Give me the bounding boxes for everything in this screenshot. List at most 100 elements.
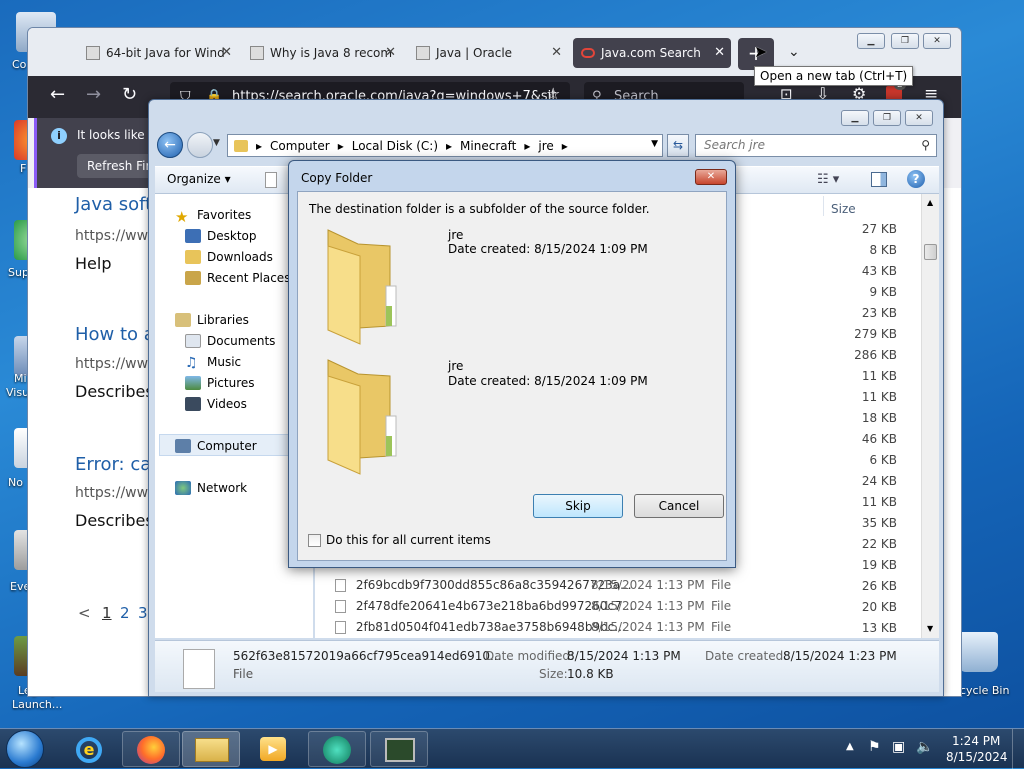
nav-documents[interactable]: Documents (185, 334, 275, 348)
breadcrumb-jre[interactable]: jre (538, 139, 553, 153)
page-link-3[interactable]: 3 (138, 604, 148, 622)
java-favicon-icon (416, 46, 430, 60)
file-size: 9 KB (869, 285, 897, 299)
view-options-icon[interactable]: ☷ ▾ (817, 172, 839, 187)
nav-network[interactable]: Network (175, 481, 247, 495)
taskbar-app[interactable] (308, 731, 366, 767)
address-bar[interactable]: ▸ Computer ▸ Local Disk (C:) ▸ Minecraft… (227, 134, 663, 157)
forward-icon[interactable]: → (86, 84, 101, 105)
nav-videos[interactable]: Videos (185, 397, 247, 411)
breadcrumb-computer[interactable]: Computer (270, 139, 330, 153)
page-link-2[interactable]: 2 (120, 604, 130, 622)
nav-computer[interactable]: Computer (175, 439, 257, 453)
nav-pictures[interactable]: Pictures (185, 376, 255, 390)
prev-page-link[interactable]: < (78, 604, 91, 622)
file-size: 26 KB (861, 579, 897, 593)
breadcrumb-local-disk[interactable]: Local Disk (C:) (352, 139, 438, 153)
help-icon[interactable]: ? (907, 170, 925, 188)
organize-button[interactable]: Organize ▾ (167, 172, 231, 186)
result-url: https://www (75, 485, 160, 501)
dialog-close-button[interactable]: ✕ (695, 169, 727, 185)
file-row[interactable]: 2f478dfe20641e4b673e218ba6bd997260c7... … (335, 599, 731, 613)
result-title[interactable]: Java soft (75, 194, 152, 215)
result-title[interactable]: How to a (75, 324, 155, 345)
taskbar-firefox[interactable] (122, 731, 180, 767)
desktop-label: Launch... (12, 698, 63, 711)
file-row[interactable]: 2fb81d0504f041edb738ae3758b6948b9bc... 8… (335, 620, 731, 634)
file-size: 11 KB (861, 495, 897, 509)
nav-recent-places[interactable]: Recent Places (185, 271, 290, 285)
scroll-down-icon[interactable]: ▼ (927, 624, 933, 633)
file-name: 2fb81d0504f041edb738ae3758b6948b9bc... (355, 620, 626, 634)
tab-why-java-8[interactable]: Why is Java 8 recom ✕ (242, 38, 402, 68)
notification-bar: i It looks like y Refresh Fire (34, 118, 168, 188)
close-icon[interactable]: ✕ (714, 45, 725, 60)
file-size: 27 KB (861, 222, 897, 236)
nav-libraries[interactable]: Libraries (175, 313, 249, 327)
close-icon[interactable]: ✕ (221, 45, 232, 60)
tab-java-search[interactable]: Java.com Search ✕ (573, 38, 731, 68)
file-row[interactable]: 2f69bcdb9f7300dd855c86a8c3594267723a... … (335, 578, 731, 592)
close-icon[interactable]: ✕ (551, 45, 562, 60)
start-button[interactable] (6, 730, 44, 768)
show-hidden-icons[interactable]: ▲ (846, 741, 854, 752)
result-desc: Help (75, 254, 112, 273)
preview-pane-icon[interactable] (871, 172, 887, 187)
address-dropdown-icon[interactable]: ▼ (651, 139, 658, 149)
nav-label: Pictures (207, 376, 255, 390)
taskbar-media-player[interactable]: ▶ (244, 731, 302, 767)
vertical-scrollbar[interactable]: ▲ ▼ (921, 194, 939, 638)
page-link-1[interactable]: 1 (102, 604, 112, 622)
reload-icon[interactable]: ↻ (122, 84, 137, 105)
file-size: 279 KB (854, 327, 897, 341)
file-size: 43 KB (861, 264, 897, 278)
apply-to-all-checkbox[interactable] (308, 534, 321, 547)
volume-icon[interactable]: 🔈 (916, 739, 933, 755)
cancel-button[interactable]: Cancel (634, 494, 724, 518)
back-button[interactable]: ← (157, 132, 183, 158)
taskbar-terminal[interactable] (370, 731, 428, 767)
search-input[interactable]: Search jre ⚲ (695, 134, 937, 157)
scroll-up-icon[interactable]: ▲ (927, 198, 933, 207)
result-title[interactable]: Error: car (75, 454, 159, 475)
minimize-button[interactable]: ▁ (841, 110, 869, 126)
breadcrumb-separator: ▸ (446, 138, 453, 153)
refresh-button[interactable]: ⇆ (667, 134, 689, 157)
show-desktop-button[interactable] (1012, 729, 1024, 769)
close-icon[interactable]: ✕ (385, 45, 396, 60)
maximize-button[interactable]: ❐ (873, 110, 901, 126)
file-size: 23 KB (861, 306, 897, 320)
maximize-button[interactable]: ❐ (891, 33, 919, 49)
skip-button[interactable]: Skip (533, 494, 623, 518)
chevron-down-icon[interactable]: ⌄ (788, 44, 800, 60)
minimize-button[interactable]: ▁ (857, 33, 885, 49)
tab-64bit-java[interactable]: 64-bit Java for Wind ✕ (78, 38, 238, 68)
breadcrumb-minecraft[interactable]: Minecraft (460, 139, 516, 153)
tab-java-oracle[interactable]: Java | Oracle ✕ (408, 38, 568, 68)
network-icon[interactable]: ▣ (892, 739, 905, 755)
back-icon[interactable]: ← (50, 84, 65, 105)
recycle-bin-icon[interactable] (958, 632, 998, 672)
nav-music[interactable]: ♫ Music (185, 355, 241, 371)
history-dropdown-icon[interactable]: ▼ (213, 138, 220, 148)
close-button[interactable]: ✕ (923, 33, 951, 49)
java-favicon-icon (250, 46, 264, 60)
folder-icon (195, 738, 229, 762)
nav-desktop[interactable]: Desktop (185, 229, 257, 243)
details-size-label: Size: (539, 667, 568, 681)
include-folder-icon[interactable] (265, 172, 277, 188)
nav-favorites[interactable]: ★ Favorites (175, 208, 251, 226)
forward-button[interactable] (187, 132, 213, 158)
close-button[interactable]: ✕ (905, 110, 933, 126)
breadcrumb-separator: ▸ (256, 138, 263, 153)
desktop-label: No (8, 476, 23, 489)
details-type: File (233, 667, 254, 681)
nav-downloads[interactable]: Downloads (185, 250, 273, 264)
scroll-thumb[interactable] (924, 244, 937, 260)
taskbar-explorer[interactable] (182, 731, 240, 767)
clock-date[interactable]: 8/15/2024 (946, 750, 1008, 764)
clock-time[interactable]: 1:24 PM (952, 734, 1000, 748)
taskbar-internet-explorer[interactable]: e (60, 731, 118, 767)
file-size: 18 KB (861, 411, 897, 425)
flag-icon[interactable]: ⚑ (868, 739, 881, 755)
